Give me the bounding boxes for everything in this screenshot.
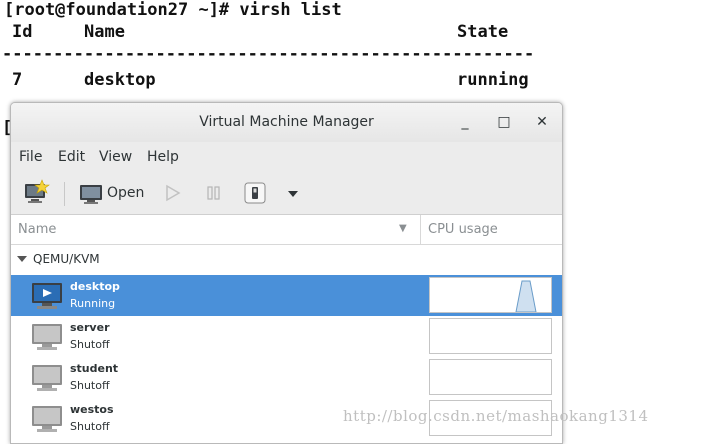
vm-running-icon — [32, 283, 62, 309]
vm-name: westos — [70, 403, 114, 416]
window-title: Virtual Machine Manager — [199, 114, 374, 130]
menu-view[interactable]: View — [99, 149, 132, 165]
vm-state: Running — [70, 297, 116, 310]
vm-row-desktop[interactable]: desktop Running — [11, 275, 562, 316]
column-divider — [420, 215, 421, 244]
shutdown-menu-button[interactable] — [283, 178, 303, 208]
terminal-row-state: running — [457, 70, 529, 90]
new-vm-button[interactable] — [23, 178, 51, 208]
expander-triangle-icon[interactable] — [17, 256, 27, 262]
cpu-sparkline — [515, 280, 537, 313]
terminal-header-name: Name — [84, 22, 125, 42]
column-header-cpu[interactable]: CPU usage — [428, 222, 498, 237]
column-header-name[interactable]: Name — [18, 222, 56, 237]
open-button[interactable]: Open — [79, 178, 149, 208]
watermark: http://blog.csdn.net/mashaokang1314 — [343, 407, 649, 425]
vm-state: Shutoff — [70, 338, 110, 351]
terminal-row-name: desktop — [84, 70, 156, 90]
run-button[interactable] — [161, 178, 185, 208]
vm-state: Shutoff — [70, 420, 110, 433]
vm-name: server — [70, 321, 110, 334]
close-button[interactable]: ✕ — [531, 111, 553, 133]
terminal-header-id: Id — [12, 22, 33, 42]
chevron-down-icon — [288, 191, 298, 197]
new-vm-icon — [25, 179, 50, 203]
cpu-usage-graph — [429, 318, 552, 354]
toolbar: Open — [11, 172, 562, 215]
shutdown-button[interactable] — [243, 178, 267, 208]
vm-name: student — [70, 362, 119, 375]
menu-file[interactable]: File — [19, 149, 42, 165]
power-icon — [244, 182, 266, 204]
vm-shutoff-icon — [32, 324, 62, 350]
vm-list-header: Name ▼ CPU usage — [11, 215, 562, 245]
connection-group[interactable]: QEMU/KVM — [11, 246, 562, 274]
pause-button[interactable] — [202, 178, 226, 208]
terminal-divider: ----------------------------------------… — [2, 44, 535, 64]
vm-row-server[interactable]: server Shutoff — [11, 316, 562, 357]
menu-help[interactable]: Help — [147, 149, 179, 165]
pause-icon — [207, 186, 220, 200]
vmm-window: Virtual Machine Manager _ □ ✕ File Edit … — [10, 102, 563, 444]
sort-arrow-icon: ▼ — [399, 223, 407, 234]
terminal-header-state: State — [457, 22, 509, 42]
terminal-row-id: 7 — [12, 70, 23, 90]
menu-edit[interactable]: Edit — [58, 149, 85, 165]
vm-state: Shutoff — [70, 379, 110, 392]
play-icon — [166, 184, 181, 202]
minimize-button[interactable]: _ — [454, 111, 476, 133]
vm-name: desktop — [70, 280, 120, 293]
vm-row-student[interactable]: student Shutoff — [11, 357, 562, 398]
cpu-usage-graph — [429, 277, 552, 313]
menu-bar: File Edit View Help — [11, 143, 562, 171]
cpu-usage-graph — [429, 359, 552, 395]
title-bar[interactable]: Virtual Machine Manager _ □ ✕ — [11, 103, 562, 142]
open-button-label: Open — [107, 185, 145, 201]
vm-shutoff-icon — [32, 406, 62, 432]
terminal-command-line: [root@foundation27 ~]# virsh list — [4, 0, 342, 20]
monitor-icon — [80, 185, 102, 204]
connection-label: QEMU/KVM — [33, 252, 100, 266]
vm-shutoff-icon — [32, 365, 62, 391]
toolbar-separator — [64, 182, 65, 206]
maximize-button[interactable]: □ — [493, 111, 515, 133]
